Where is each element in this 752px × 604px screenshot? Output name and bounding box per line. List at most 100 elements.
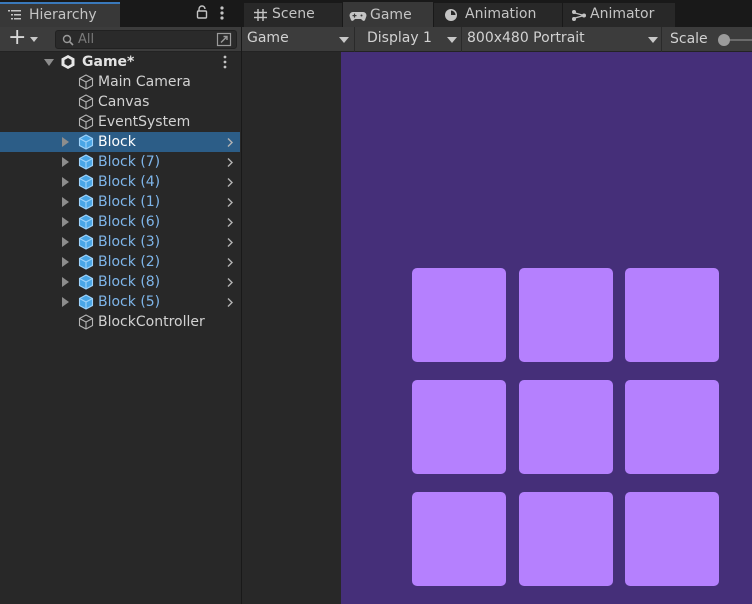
gameobject-icon — [78, 274, 94, 290]
hierarchy-tab-label: Hierarchy — [29, 7, 97, 23]
plus-icon: + — [8, 25, 27, 50]
game-block[interactable] — [625, 492, 719, 586]
hierarchy-item[interactable]: Block (5) — [0, 292, 240, 312]
chevron-right-icon[interactable] — [226, 137, 234, 148]
chevron-right-icon[interactable] — [226, 297, 234, 308]
gameobject-icon — [78, 234, 94, 250]
tab-game[interactable]: Game — [343, 2, 433, 27]
game-block[interactable] — [518, 380, 613, 474]
gameobject-icon — [78, 254, 94, 270]
lock-icon[interactable] — [196, 5, 208, 19]
expand-arrow-icon[interactable] — [62, 237, 69, 247]
game-panel: Scene Game Animation Animator Game Displ… — [242, 0, 752, 604]
hierarchy-item-label: BlockController — [98, 314, 205, 330]
hierarchy-item-label: Block (6) — [98, 214, 161, 230]
scale-slider-thumb[interactable] — [718, 34, 730, 46]
resolution-value: 800x480 Portrait — [467, 30, 585, 46]
scale-slider[interactable] — [718, 33, 752, 47]
game-viewport — [242, 52, 752, 604]
hierarchy-item-label: Block (3) — [98, 234, 161, 250]
game-mode-dropdown[interactable]: Game — [242, 27, 355, 52]
hierarchy-panel: Hierarchy + All Game* Main Camera Canvas… — [0, 0, 241, 604]
grid-icon — [254, 9, 267, 21]
hierarchy-item[interactable]: Block (8) — [0, 272, 240, 292]
chevron-right-icon[interactable] — [226, 277, 234, 288]
search-input[interactable] — [78, 31, 208, 48]
expand-arrow-icon[interactable] — [62, 217, 69, 227]
game-block[interactable] — [412, 492, 506, 586]
scale-label: Scale — [670, 31, 708, 47]
hierarchy-item[interactable]: Canvas — [0, 92, 240, 112]
chevron-right-icon[interactable] — [226, 257, 234, 268]
gameobject-icon — [78, 74, 94, 90]
hierarchy-item-label: Block (4) — [98, 174, 161, 190]
game-block[interactable] — [625, 380, 719, 474]
hierarchy-toolbar: + — [0, 25, 241, 52]
game-block[interactable] — [518, 492, 613, 586]
gameobject-icon — [78, 94, 94, 110]
hierarchy-item-label: Block (5) — [98, 294, 161, 310]
chevron-down-icon — [447, 37, 457, 43]
display-value: Display 1 — [367, 30, 432, 46]
game-block[interactable] — [412, 380, 506, 474]
hierarchy-item[interactable]: Block (7) — [0, 152, 240, 172]
hierarchy-item-label: Block — [98, 134, 136, 150]
hierarchy-item[interactable]: EventSystem — [0, 112, 240, 132]
hierarchy-item-label: Block (2) — [98, 254, 161, 270]
expand-arrow-icon[interactable] — [62, 257, 69, 267]
display-dropdown[interactable]: Display 1 — [362, 27, 462, 52]
hierarchy-tab-bar: Hierarchy — [0, 0, 241, 27]
expand-arrow-icon[interactable] — [62, 137, 69, 147]
create-button[interactable]: + — [4, 25, 44, 50]
resolution-dropdown[interactable]: 800x480 Portrait — [462, 27, 662, 52]
more-options-icon[interactable] — [217, 4, 227, 22]
hierarchy-item[interactable]: Block (4) — [0, 172, 240, 192]
tab-hierarchy[interactable]: Hierarchy — [0, 2, 120, 27]
hierarchy-item[interactable]: Main Camera — [0, 72, 240, 92]
hierarchy-item[interactable]: Block (3) — [0, 232, 240, 252]
hierarchy-item-label: Block (1) — [98, 194, 161, 210]
tab-scene[interactable]: Scene — [244, 2, 342, 27]
expand-arrow-icon[interactable] — [62, 277, 69, 287]
hierarchy-item[interactable]: Block (2) — [0, 252, 240, 272]
gameobject-icon — [78, 194, 94, 210]
chevron-right-icon[interactable] — [226, 197, 234, 208]
game-block[interactable] — [518, 268, 613, 362]
gameobject-icon — [78, 174, 94, 190]
hierarchy-item[interactable]: BlockController — [0, 312, 240, 332]
scene-root-row[interactable]: Game* — [0, 52, 240, 72]
tab-animation[interactable]: Animation — [434, 2, 562, 27]
game-mode-value: Game — [247, 30, 289, 46]
gameobject-icon — [78, 134, 94, 150]
chevron-right-icon[interactable] — [226, 237, 234, 248]
more-options-icon[interactable] — [222, 54, 228, 70]
hierarchy-item[interactable]: Block (1) — [0, 192, 240, 212]
chevron-down-icon — [339, 37, 349, 43]
search-by-type-icon[interactable] — [216, 32, 232, 47]
chevron-right-icon[interactable] — [226, 217, 234, 228]
hierarchy-item[interactable]: Block (6) — [0, 212, 240, 232]
expand-arrow-icon[interactable] — [62, 197, 69, 207]
tab-animator[interactable]: Animator — [563, 2, 675, 27]
expand-arrow-icon[interactable] — [62, 177, 69, 187]
expand-arrow-icon[interactable] — [62, 157, 69, 167]
hierarchy-item-label: Canvas — [98, 94, 150, 110]
hierarchy-item-label: Main Camera — [98, 74, 191, 90]
search-field[interactable] — [55, 30, 237, 49]
gameobject-icon — [78, 214, 94, 230]
hierarchy-item[interactable]: Block — [0, 132, 240, 152]
tab-game-label: Game — [370, 7, 412, 23]
gamepad-icon — [349, 12, 367, 21]
gameobject-icon — [78, 294, 94, 310]
scene-name: Game* — [82, 54, 135, 70]
collapse-arrow-icon[interactable] — [44, 59, 54, 66]
chevron-right-icon[interactable] — [226, 177, 234, 188]
game-block[interactable] — [412, 268, 506, 362]
game-canvas[interactable] — [341, 52, 752, 604]
hierarchy-item-label: Block (7) — [98, 154, 161, 170]
chevron-right-icon[interactable] — [226, 157, 234, 168]
game-block[interactable] — [625, 268, 719, 362]
expand-arrow-icon[interactable] — [62, 297, 69, 307]
chevron-down-icon — [30, 37, 38, 42]
search-icon — [62, 34, 74, 46]
